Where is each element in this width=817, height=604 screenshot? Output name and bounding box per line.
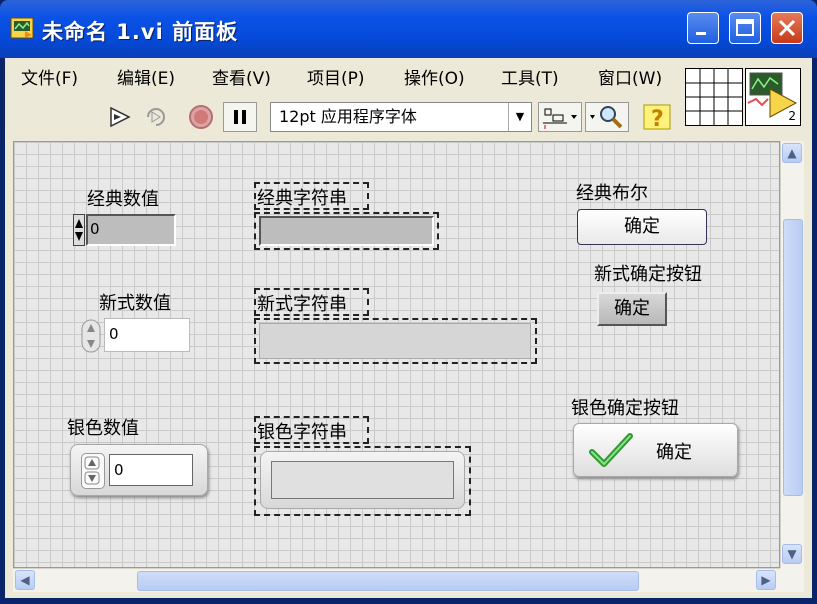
scroll-down-button[interactable]: ▼ (782, 544, 802, 564)
vi-icon[interactable]: 2 (745, 68, 801, 126)
menu-operate[interactable]: 操作(O) (404, 64, 465, 89)
classic-numeric-input[interactable]: 0 (86, 214, 176, 246)
horizontal-scrollbar[interactable]: ◀ ▶ (13, 568, 780, 592)
menu-file[interactable]: 文件(F) (21, 64, 78, 89)
vertical-scroll-thumb[interactable] (783, 219, 803, 496)
abort-icon (189, 105, 213, 129)
scroll-right-button[interactable]: ▶ (756, 570, 776, 590)
chevron-down-icon[interactable]: ▼ (508, 103, 531, 131)
minimize-icon (696, 32, 706, 35)
classic-boolean-label: 经典布尔 (576, 183, 648, 204)
window-title: 未命名 1.vi 前面板 (42, 20, 239, 44)
window: 未命名 1.vi 前面板 文件(F) 编辑(E) 查看(V) 项目(P) 操作(… (0, 0, 817, 604)
silver-numeric-label: 银色数值 (67, 418, 139, 439)
run-continuously-button[interactable] (141, 102, 173, 132)
classic-boolean-button[interactable]: 确定 (577, 209, 707, 245)
silver-string-input[interactable] (271, 461, 454, 499)
close-icon (778, 19, 796, 37)
chevron-down-icon: ▼ (787, 547, 797, 561)
modern-numeric-input[interactable]: 0 (104, 318, 190, 352)
modern-string-label: 新式字符串 (257, 294, 347, 315)
pause-button[interactable] (223, 102, 257, 132)
modern-ok-button[interactable]: 确定 (597, 292, 667, 326)
resize-grip-icon[interactable] (780, 568, 804, 592)
svg-text:?: ? (651, 107, 664, 132)
window-frame: 文件(F) 编辑(E) 查看(V) 项目(P) 操作(O) 工具(T) 窗口(W… (5, 58, 812, 598)
modern-string-input[interactable] (259, 323, 531, 359)
maximize-button[interactable] (729, 12, 761, 44)
abort-button[interactable] (185, 102, 217, 132)
chevron-right-icon: ▶ (761, 573, 771, 587)
run-icon (110, 106, 131, 128)
connector-badge: 2 (788, 109, 796, 123)
help-icon: ? (643, 104, 671, 132)
classic-numeric-stepper[interactable] (73, 214, 85, 246)
silver-numeric-stepper[interactable] (81, 453, 105, 489)
increment-decrement-icon (75, 219, 83, 241)
menu-view[interactable]: 查看(V) (212, 64, 271, 89)
silver-string-outer (260, 451, 465, 509)
run-continuously-icon (147, 108, 165, 126)
front-panel[interactable]: 经典数值 0 经典字符串 经典布尔 确定 新式确定按钮 确定 新式数值 0 新式… (13, 141, 780, 568)
modern-ok-label: 新式确定按钮 (594, 264, 702, 285)
menu-window[interactable]: 窗口(W) (598, 64, 662, 89)
classic-string-label: 经典字符串 (257, 188, 347, 209)
silver-ok-button-label: 确定 (656, 442, 692, 463)
labview-vi-icon (10, 17, 34, 39)
chevron-up-icon: ▲ (787, 146, 797, 160)
menu-project[interactable]: 项目(P) (307, 64, 365, 89)
font-select-value: 12pt 应用程序字体 (279, 107, 417, 126)
checkmark-icon (589, 433, 633, 467)
zoom-button[interactable] (585, 102, 629, 132)
modern-numeric-stepper[interactable] (80, 318, 102, 354)
menu-tools[interactable]: 工具(T) (501, 64, 559, 89)
zoom-icon (590, 106, 623, 129)
run-button[interactable] (105, 102, 137, 132)
silver-ok-button[interactable]: 确定 (573, 423, 738, 477)
align-icon (543, 108, 577, 129)
close-button[interactable] (771, 12, 803, 44)
silver-ok-label: 银色确定按钮 (571, 398, 679, 419)
menu-edit[interactable]: 编辑(E) (117, 64, 175, 89)
minimize-button[interactable] (687, 12, 719, 44)
silver-string-label: 银色字符串 (257, 422, 347, 443)
vertical-scrollbar[interactable]: ▲ ▼ (780, 141, 804, 568)
classic-string-input[interactable] (259, 216, 434, 246)
silver-numeric-frame: 0 (70, 444, 208, 496)
maximize-icon (736, 19, 754, 36)
classic-numeric-label: 经典数值 (87, 189, 159, 210)
modern-numeric-label: 新式数值 (99, 293, 171, 314)
help-button[interactable]: ? (641, 102, 675, 132)
scroll-left-button[interactable]: ◀ (15, 570, 35, 590)
silver-numeric-input[interactable]: 0 (109, 454, 193, 486)
increment-decrement-icon (84, 456, 100, 485)
horizontal-scroll-thumb[interactable] (137, 571, 639, 591)
connector-pane-icon[interactable] (685, 68, 743, 126)
align-button[interactable] (538, 102, 582, 132)
title-bar[interactable]: 未命名 1.vi 前面板 (0, 0, 817, 58)
scroll-up-button[interactable]: ▲ (782, 143, 802, 163)
pause-icon (234, 110, 246, 124)
chevron-left-icon: ◀ (20, 573, 30, 587)
font-select[interactable]: 12pt 应用程序字体 ▼ (270, 102, 532, 132)
increment-decrement-icon (81, 319, 101, 353)
